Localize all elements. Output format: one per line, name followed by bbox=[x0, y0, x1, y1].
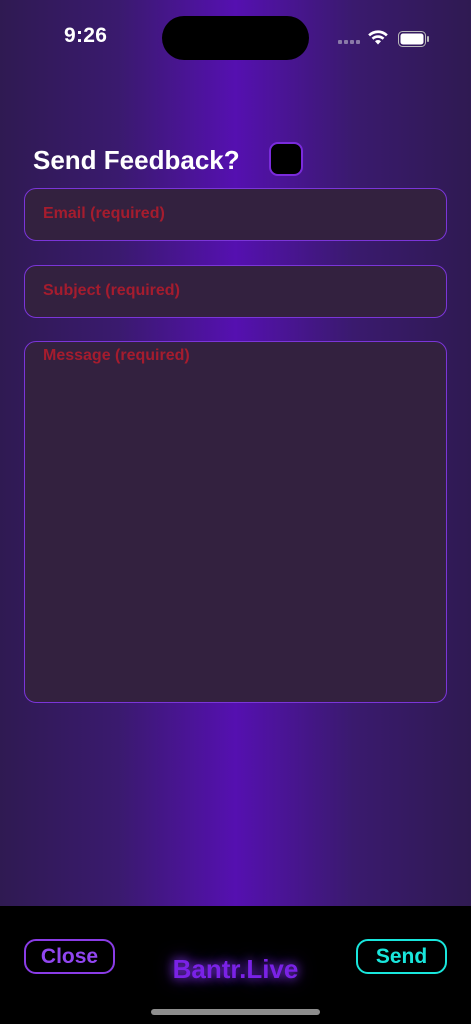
status-time: 9:26 bbox=[64, 24, 108, 47]
dynamic-island bbox=[162, 16, 309, 60]
battery-icon bbox=[398, 31, 429, 47]
wifi-icon bbox=[368, 30, 388, 45]
email-field[interactable]: Email (required) bbox=[24, 188, 447, 241]
send-button[interactable]: Send bbox=[356, 939, 447, 974]
message-field[interactable]: Message (required) bbox=[24, 341, 447, 703]
email-placeholder: Email (required) bbox=[43, 205, 165, 222]
home-indicator[interactable] bbox=[151, 1009, 320, 1015]
send-feedback-checkbox[interactable] bbox=[269, 142, 303, 176]
cellular-signal-icon bbox=[338, 40, 362, 45]
message-placeholder: Message (required) bbox=[43, 347, 190, 364]
subject-placeholder: Subject (required) bbox=[43, 282, 180, 299]
subject-field[interactable]: Subject (required) bbox=[24, 265, 447, 318]
title-row: Send Feedback? bbox=[33, 140, 240, 180]
page-title: Send Feedback? bbox=[33, 144, 240, 175]
status-bar: 9:26 bbox=[0, 0, 471, 78]
